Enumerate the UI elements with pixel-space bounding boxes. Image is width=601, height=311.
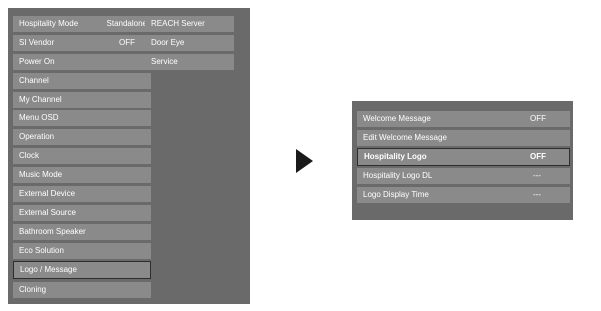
menu-item-music-mode[interactable]: Music Mode bbox=[13, 167, 151, 183]
menu-item-external-device[interactable]: External Device bbox=[13, 186, 151, 202]
menu-item-label: External Device bbox=[19, 189, 76, 198]
logo-menu-item-label: Hospitality Logo DL bbox=[363, 171, 433, 180]
main-menu-panel: Hospitality Mode Standalone SI Vendor OF… bbox=[8, 8, 250, 304]
logo-message-menu-panel: Welcome Message OFF Edit Welcome Message… bbox=[352, 101, 573, 220]
menu-item-external-source[interactable]: External Source bbox=[13, 205, 151, 221]
menu-item-label: My Channel bbox=[19, 95, 62, 104]
logo-menu-item-value: --- bbox=[533, 171, 541, 180]
menu-item-label: Logo / Message bbox=[20, 265, 77, 274]
menu-item-label: Clock bbox=[19, 151, 40, 160]
submenu-item-service[interactable]: Service bbox=[145, 54, 234, 70]
menu-item-label: Hospitality Mode bbox=[19, 19, 79, 28]
menu-item-label: Operation bbox=[19, 132, 55, 141]
logo-menu-item-edit-welcome-message[interactable]: Edit Welcome Message bbox=[357, 130, 570, 146]
menu-item-clock[interactable]: Clock bbox=[13, 148, 151, 164]
menu-item-menu-osd[interactable]: Menu OSD bbox=[13, 110, 151, 126]
menu-item-label: Eco Solution bbox=[19, 246, 64, 255]
logo-menu-item-welcome-message[interactable]: Welcome Message OFF bbox=[357, 111, 570, 127]
menu-item-channel[interactable]: Channel bbox=[13, 73, 151, 89]
logo-menu-item-value: --- bbox=[533, 190, 541, 199]
menu-item-label: SI Vendor bbox=[19, 38, 55, 47]
menu-item-label: External Source bbox=[19, 208, 76, 217]
menu-item-label: Power On bbox=[19, 57, 55, 66]
logo-menu-item-logo-display-time[interactable]: Logo Display Time --- bbox=[357, 187, 570, 203]
submenu-item-label: REACH Server bbox=[151, 19, 205, 28]
menu-item-logo-message[interactable]: Logo / Message bbox=[13, 261, 151, 279]
menu-item-label: Channel bbox=[19, 76, 49, 85]
right-arrow-icon bbox=[296, 149, 313, 173]
logo-menu-item-label: Edit Welcome Message bbox=[363, 133, 447, 142]
menu-item-value: OFF bbox=[119, 38, 135, 47]
menu-item-label: Bathroom Speaker bbox=[19, 227, 86, 236]
menu-item-my-channel[interactable]: My Channel bbox=[13, 92, 151, 108]
menu-item-label: Cloning bbox=[19, 285, 47, 294]
menu-item-operation[interactable]: Operation bbox=[13, 129, 151, 145]
logo-menu-item-hospitality-logo-dl[interactable]: Hospitality Logo DL --- bbox=[357, 168, 570, 184]
menu-item-eco-solution[interactable]: Eco Solution bbox=[13, 243, 151, 259]
submenu-item-reach-server[interactable]: REACH Server bbox=[145, 16, 234, 32]
menu-item-bathroom-speaker[interactable]: Bathroom Speaker bbox=[13, 224, 151, 240]
logo-menu-item-hospitality-logo[interactable]: Hospitality Logo OFF bbox=[357, 148, 570, 166]
submenu-item-label: Service bbox=[151, 57, 178, 66]
logo-menu-item-label: Welcome Message bbox=[363, 114, 431, 123]
logo-menu-item-value: OFF bbox=[530, 114, 546, 123]
menu-item-si-vendor[interactable]: SI Vendor OFF bbox=[13, 35, 151, 51]
submenu-item-door-eye[interactable]: Door Eye bbox=[145, 35, 234, 51]
menu-item-cloning[interactable]: Cloning bbox=[13, 282, 151, 298]
logo-menu-item-label: Logo Display Time bbox=[363, 190, 429, 199]
menu-item-label: Music Mode bbox=[19, 170, 63, 179]
menu-item-hospitality-mode[interactable]: Hospitality Mode Standalone bbox=[13, 16, 151, 32]
logo-menu-item-label: Hospitality Logo bbox=[364, 152, 427, 161]
submenu-item-label: Door Eye bbox=[151, 38, 185, 47]
logo-menu-item-value: OFF bbox=[530, 152, 546, 161]
menu-item-value: Standalone bbox=[106, 19, 147, 28]
menu-item-label: Menu OSD bbox=[19, 113, 59, 122]
menu-item-power-on[interactable]: Power On bbox=[13, 54, 151, 70]
